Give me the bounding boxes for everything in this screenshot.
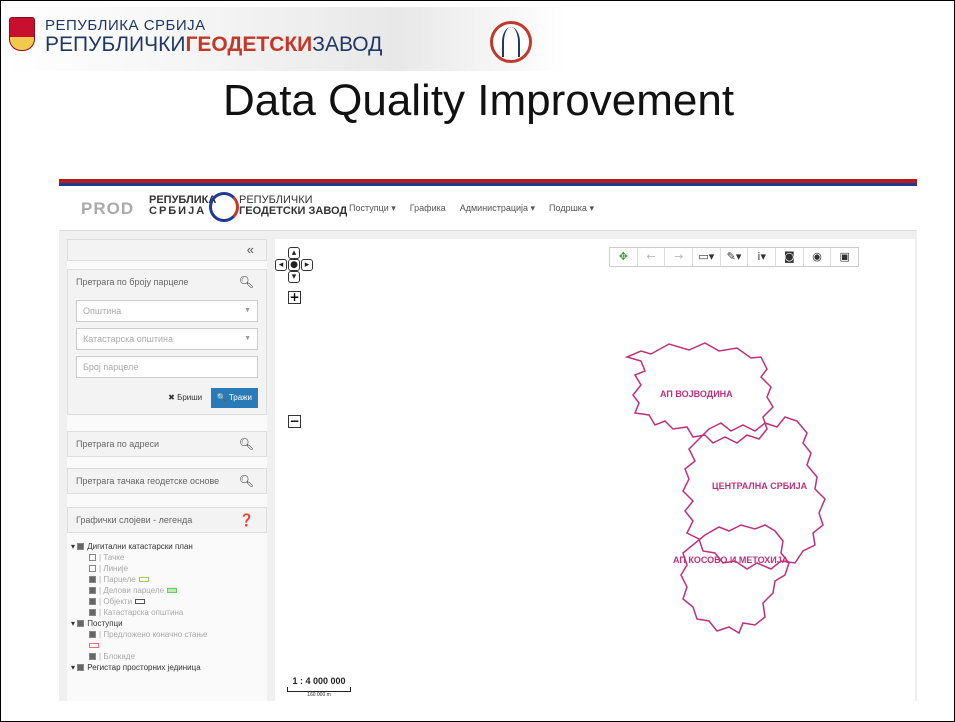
checkbox[interactable] — [89, 576, 96, 584]
rgz-logo-icon — [490, 21, 532, 63]
layer-item[interactable]: | Предложено коначно стање — [67, 629, 267, 640]
clear-button[interactable]: ✖ Бриши — [162, 388, 209, 408]
municipality-placeholder: Општина — [83, 306, 122, 316]
help-icon: ❓ — [239, 513, 254, 527]
address-search-title: Претрага по адреси — [76, 439, 160, 449]
checkbox[interactable] — [89, 565, 96, 573]
layer-tree: ▾ Дигитални катастарски план | Тачке | Л… — [67, 541, 267, 673]
checkbox[interactable] — [77, 543, 85, 551]
legend-swatch — [138, 577, 149, 583]
search-icon: 🔍︎ — [238, 474, 254, 488]
sidebar-collapse-button[interactable]: « — [67, 239, 267, 261]
kosovo-label: АП КОСОВО И МЕТОХИЈА — [673, 555, 789, 565]
search-icon: 🔍︎ — [238, 275, 254, 289]
brand-left: РЕПУБЛИКА СРБИЈА — [149, 195, 216, 217]
cadastral-municipality-select[interactable]: Катастарска општина ▼ — [76, 328, 258, 350]
org-name-part: РЕПУБЛИЧКИ — [45, 33, 186, 56]
layer-label: Предложено коначно стање — [103, 630, 208, 639]
app-navbar: PROD РЕПУБЛИКА СРБИЈА РЕПУБЛИЧКИ ГЕОДЕТС… — [59, 183, 917, 231]
layer-item[interactable]: | Објекти — [67, 596, 267, 607]
layer-item[interactable]: | Линије — [67, 563, 267, 574]
layer-label: Блокаде — [103, 652, 135, 661]
legend-panel[interactable]: Графички слојеви - легенда ❓ — [67, 507, 267, 533]
menu-procedures[interactable]: Поступци ▾ — [349, 203, 396, 214]
cadastral-placeholder: Катастарска општина — [83, 334, 173, 344]
brand-logo-icon — [209, 192, 239, 222]
layer-label: Поступци — [87, 619, 123, 628]
layer-label: Делови парцеле — [103, 586, 165, 595]
main-menu: Поступци ▾ Графика Администрација ▾ Подр… — [349, 203, 594, 214]
central-serbia-label: ЦЕНТРАЛНА СРБИЈА — [712, 481, 808, 491]
geodetic-points-search-panel[interactable]: Претрага тачака геодетске основе 🔍︎ — [67, 468, 267, 494]
geodetic-points-search-title: Претрага тачака геодетске основе — [76, 476, 220, 486]
vojvodina-label: АП ВОЈВОДИНА — [660, 389, 733, 399]
coat-of-arms-icon — [9, 17, 35, 51]
org-name-line2: РЕПУБЛИЧКИГЕОДЕТСКИЗАВОД — [45, 33, 382, 57]
chevron-down-icon: ▼ — [244, 307, 251, 314]
legend-swatch — [135, 599, 146, 605]
scale-bar: 1 : 4 000 000 160 000 m — [279, 676, 359, 698]
checkbox[interactable] — [77, 620, 85, 628]
org-name-line1: РЕПУБЛИКА СРБИЈА — [45, 17, 206, 34]
checkbox[interactable] — [89, 587, 96, 595]
layer-label: Објекти — [103, 597, 133, 606]
search-button[interactable]: 🔍 Тражи — [210, 388, 258, 408]
institution-header: РЕПУБЛИКА СРБИЈА РЕПУБЛИЧКИГЕОДЕТСКИЗАВО… — [5, 7, 565, 71]
brand-left-line2: СРБИЈА — [149, 205, 207, 217]
checkbox[interactable] — [89, 598, 96, 606]
parcel-search-actions: ✖ Бриши 🔍 Тражи — [68, 384, 266, 418]
menu-administration[interactable]: Администрација ▾ — [460, 203, 535, 214]
layer-item[interactable]: | Тачке — [67, 552, 267, 563]
parcel-search-header[interactable]: Претрага по броју парцеле 🔍︎ — [68, 270, 266, 294]
layer-label: Дигитални катастарски план — [87, 542, 193, 551]
checkbox[interactable] — [89, 609, 96, 617]
kosovo-boundary — [680, 524, 790, 635]
environment-label: PROD — [81, 199, 135, 218]
parcel-number-input[interactable]: Број парцеле — [76, 356, 258, 378]
layer-label: Линије — [103, 564, 129, 573]
search-icon: 🔍︎ — [238, 437, 254, 451]
serbia-boundaries-map: АП ВОЈВОДИНА ЦЕНТРАЛНА СРБИЈА АП КОСОВО … — [624, 342, 826, 635]
checkbox[interactable] — [89, 631, 96, 639]
layer-item[interactable]: ▾ Дигитални катастарски план — [67, 541, 267, 552]
chevron-down-icon: ▼ — [244, 335, 251, 342]
legend-swatch-row — [67, 640, 267, 651]
menu-support[interactable]: Подршка ▾ — [549, 203, 594, 214]
legend-swatch — [89, 643, 99, 649]
org-name-part: ЗАВОД — [312, 33, 383, 56]
legend-swatch — [167, 588, 178, 594]
layer-item[interactable]: | Парцеле — [67, 574, 267, 585]
layer-item[interactable]: ▾ Регистар просторних јединица — [67, 662, 267, 673]
sidebar: « Претрага по броју парцеле 🔍︎ Општина ▼… — [67, 239, 267, 701]
layer-label: Парцеле — [103, 575, 136, 584]
checkbox[interactable] — [89, 653, 96, 661]
menu-graphics[interactable]: Графика — [410, 203, 446, 214]
layer-item[interactable]: | Катастарска општина — [67, 607, 267, 618]
parcel-number-placeholder: Број парцеле — [83, 362, 139, 372]
map-canvas[interactable]: ▴ ◂ ● ▸ ▾ + − ✥ ← → ▭▾ ✎▾ i▾ ◙ ◉ ▣ АП ВО… — [275, 239, 915, 701]
scale-distance: 160 000 m — [307, 692, 331, 698]
scale-ratio: 1 : 4 000 000 — [292, 676, 346, 686]
legend-title: Графички слојеви - легенда — [76, 515, 193, 525]
municipality-select[interactable]: Општина ▼ — [76, 300, 258, 322]
app-screenshot: PROD РЕПУБЛИКА СРБИЈА РЕПУБЛИЧКИ ГЕОДЕТС… — [59, 179, 917, 701]
layer-item[interactable]: ▾ Поступци — [67, 618, 267, 629]
parcel-search-panel: Претрага по броју парцеле 🔍︎ Општина ▼ К… — [67, 269, 267, 415]
central-serbia-boundary — [682, 416, 826, 570]
brand-right: РЕПУБЛИЧКИ ГЕОДЕТСКИ ЗАВОД — [239, 195, 347, 217]
layer-item[interactable]: | Блокаде — [67, 651, 267, 662]
slide: РЕПУБЛИКА СРБИЈА РЕПУБЛИЧКИГЕОДЕТСКИЗАВО… — [0, 0, 955, 722]
layer-label: Регистар просторних јединица — [87, 663, 201, 672]
slide-title: Data Quality Improvement — [222, 76, 735, 125]
address-search-panel[interactable]: Претрага по адреси 🔍︎ — [67, 431, 267, 457]
brand-right-line2: ГЕОДЕТСКИ ЗАВОД — [239, 205, 348, 217]
org-name-part-bold: ГЕОДЕТСКИ — [185, 33, 313, 56]
checkbox[interactable] — [89, 554, 96, 562]
layer-item[interactable]: | Делови парцеле — [67, 585, 267, 596]
layer-label: Тачке — [103, 553, 125, 562]
checkbox[interactable] — [77, 664, 85, 672]
layer-label: Катастарска општина — [103, 608, 184, 617]
parcel-search-title: Претрага по броју парцеле — [76, 277, 189, 287]
